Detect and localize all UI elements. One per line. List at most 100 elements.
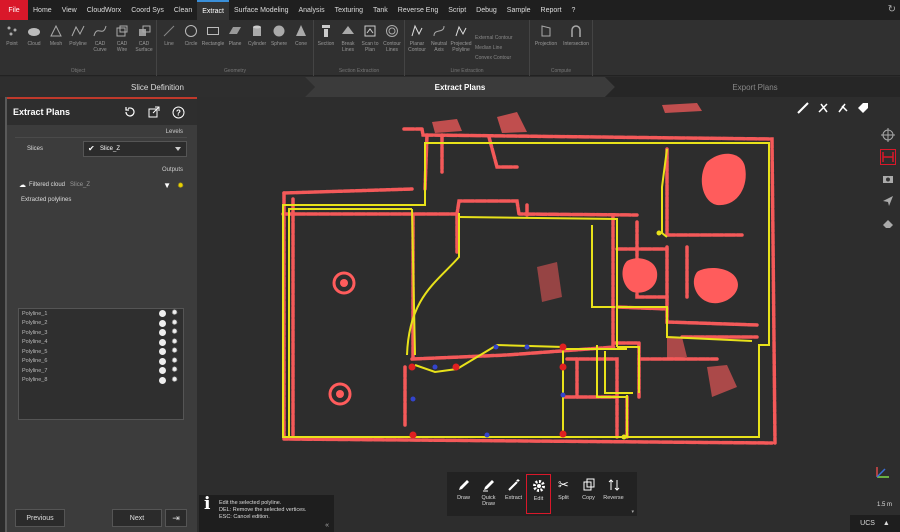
highlight-icon[interactable]: ✹ [171, 318, 178, 327]
step-slice-definition[interactable]: Slice Definition [0, 77, 315, 97]
list-item[interactable]: Polyline_7 ✹ [19, 365, 183, 376]
list-item[interactable]: Polyline_6 ✹ [19, 356, 183, 367]
menu-analysis[interactable]: Analysis [294, 0, 330, 20]
external-contour-button[interactable]: External Contour [475, 35, 525, 41]
exit-button[interactable]: ⇥ [165, 509, 187, 527]
3d-viewport[interactable]: Draw Quick Draw Extract Edit ✂ Split Copy… [197, 97, 900, 532]
eraser-icon[interactable] [880, 215, 896, 231]
highlight-icon[interactable]: ✹ [171, 337, 178, 346]
filter-icon[interactable]: ▼ [163, 181, 171, 190]
plane-button[interactable]: Plane [224, 20, 246, 67]
scan-to-plan-button[interactable]: Scan to Plan [359, 20, 381, 67]
visibility-dot-icon[interactable] [159, 357, 166, 365]
list-item[interactable]: Polyline_3 ✹ [19, 327, 183, 338]
mesh-button[interactable]: Mesh [45, 20, 67, 67]
menu-report[interactable]: Report [536, 0, 567, 20]
line-button[interactable]: Line [158, 20, 180, 67]
edit-button[interactable]: Edit [526, 474, 551, 514]
ucs-selector[interactable]: UCS ▲ [850, 515, 900, 532]
visibility-dot-icon[interactable] [159, 367, 166, 374]
menu-cloudworx[interactable]: CloudWorx [82, 0, 127, 20]
cylinder-button[interactable]: Cylinder [246, 20, 268, 67]
projected-polyline-button[interactable]: Projected Polyline [450, 20, 472, 67]
menu-reverse-eng[interactable]: Reverse Eng [393, 0, 443, 20]
list-item[interactable]: Polyline_1 ✹ [19, 308, 183, 319]
help-icon[interactable]: ? [171, 105, 185, 119]
reverse-button[interactable]: Reverse [601, 474, 626, 514]
quick-draw-button[interactable]: Quick Draw [476, 474, 501, 514]
contour-lines-button[interactable]: Contour Lines [381, 20, 403, 67]
menu-debug[interactable]: Debug [471, 0, 502, 20]
menu-home[interactable]: Home [28, 0, 57, 20]
circle-button[interactable]: Circle [180, 20, 202, 67]
refresh-icon[interactable]: ↻ [888, 4, 896, 15]
visibility-dot-icon[interactable] [159, 338, 166, 346]
menu-texturing[interactable]: Texturing [330, 0, 368, 20]
projection-button[interactable]: Projection [531, 20, 561, 67]
convex-contour-button[interactable]: Convex Contour [475, 55, 525, 61]
visibility-dot-icon[interactable] [159, 310, 166, 317]
step-export-plans[interactable]: Export Plans [610, 77, 900, 97]
camera-icon[interactable] [880, 171, 896, 187]
highlight-icon[interactable]: ✹ [171, 356, 178, 365]
export-icon[interactable] [147, 105, 161, 119]
fly-icon[interactable] [880, 193, 896, 209]
highlight-icon[interactable]: ✹ [171, 308, 178, 317]
rectangle-button[interactable]: Rectangle [202, 20, 224, 67]
cad-curve-button[interactable]: CAD Curve [89, 20, 111, 67]
polyline-button[interactable]: Polyline [67, 20, 89, 67]
pick-point-icon[interactable] [816, 101, 830, 115]
section-view-icon[interactable] [880, 149, 896, 165]
menu-tank[interactable]: Tank [368, 0, 393, 20]
menu-help[interactable]: ? [567, 0, 581, 20]
measure-icon[interactable] [796, 101, 810, 115]
cloud-button[interactable]: Cloud [23, 20, 45, 67]
copy-button[interactable]: Copy [576, 474, 601, 514]
list-item[interactable]: Polyline_2 ✹ [19, 318, 183, 329]
section-button[interactable]: Section [315, 20, 337, 67]
point-button[interactable]: Point [1, 20, 23, 67]
list-item[interactable]: Polyline_8 ✹ [19, 375, 183, 386]
collapse-icon[interactable]: « [325, 522, 329, 529]
menu-script[interactable]: Script [443, 0, 471, 20]
intersection-button[interactable]: Intersection [561, 20, 591, 67]
navigate-icon[interactable] [880, 127, 896, 143]
reset-icon[interactable] [123, 105, 137, 119]
menu-view[interactable]: View [57, 0, 82, 20]
median-line-button[interactable]: Median Line [475, 45, 525, 51]
planar-contour-button[interactable]: Planar Contour [406, 20, 428, 67]
menu-sample[interactable]: Sample [502, 0, 536, 20]
draw-button[interactable]: Draw [451, 474, 476, 514]
menu-file[interactable]: File [0, 0, 28, 20]
highlight-icon[interactable]: ✹ [171, 365, 178, 374]
split-button[interactable]: ✂ Split [551, 474, 576, 514]
cad-surface-button[interactable]: CAD Surface [133, 20, 155, 67]
cone-button[interactable]: Cone [290, 20, 312, 67]
break-lines-button[interactable]: Break Lines [337, 20, 359, 67]
neutral-axis-button[interactable]: Neutral Axis [428, 20, 450, 67]
menu-surface-modeling[interactable]: Surface Modeling [229, 0, 293, 20]
visibility-dot-icon[interactable] [159, 348, 166, 355]
highlight-icon[interactable]: ✹ [171, 327, 178, 336]
extract-button[interactable]: Extract [501, 474, 526, 514]
highlight-icon[interactable]: ✹ [177, 181, 184, 190]
highlight-icon[interactable]: ✹ [171, 375, 178, 384]
visibility-dot-icon[interactable] [159, 329, 166, 336]
tag-icon[interactable] [856, 101, 870, 115]
toolbar-collapse-icon[interactable]: ▾ [631, 509, 634, 515]
previous-button[interactable]: Previous [15, 509, 65, 527]
highlight-icon[interactable]: ✹ [171, 346, 178, 355]
sphere-button[interactable]: Sphere [268, 20, 290, 67]
list-item[interactable]: Polyline_4 ✹ [19, 337, 183, 348]
step-extract-plans[interactable]: Extract Plans [310, 77, 610, 97]
menu-clean[interactable]: Clean [169, 0, 197, 20]
visibility-dot-icon[interactable] [159, 376, 166, 384]
slices-select[interactable]: ✔ Slice_Z [83, 140, 187, 157]
list-item[interactable]: Polyline_5 ✹ [19, 346, 183, 357]
next-button[interactable]: Next [112, 509, 162, 527]
visibility-dot-icon[interactable] [159, 319, 166, 327]
menu-extract[interactable]: Extract [197, 0, 230, 20]
menu-coord-sys[interactable]: Coord Sys [126, 0, 169, 20]
cad-wire-button[interactable]: CAD Wire [111, 20, 133, 67]
pick-line-icon[interactable] [836, 101, 850, 115]
